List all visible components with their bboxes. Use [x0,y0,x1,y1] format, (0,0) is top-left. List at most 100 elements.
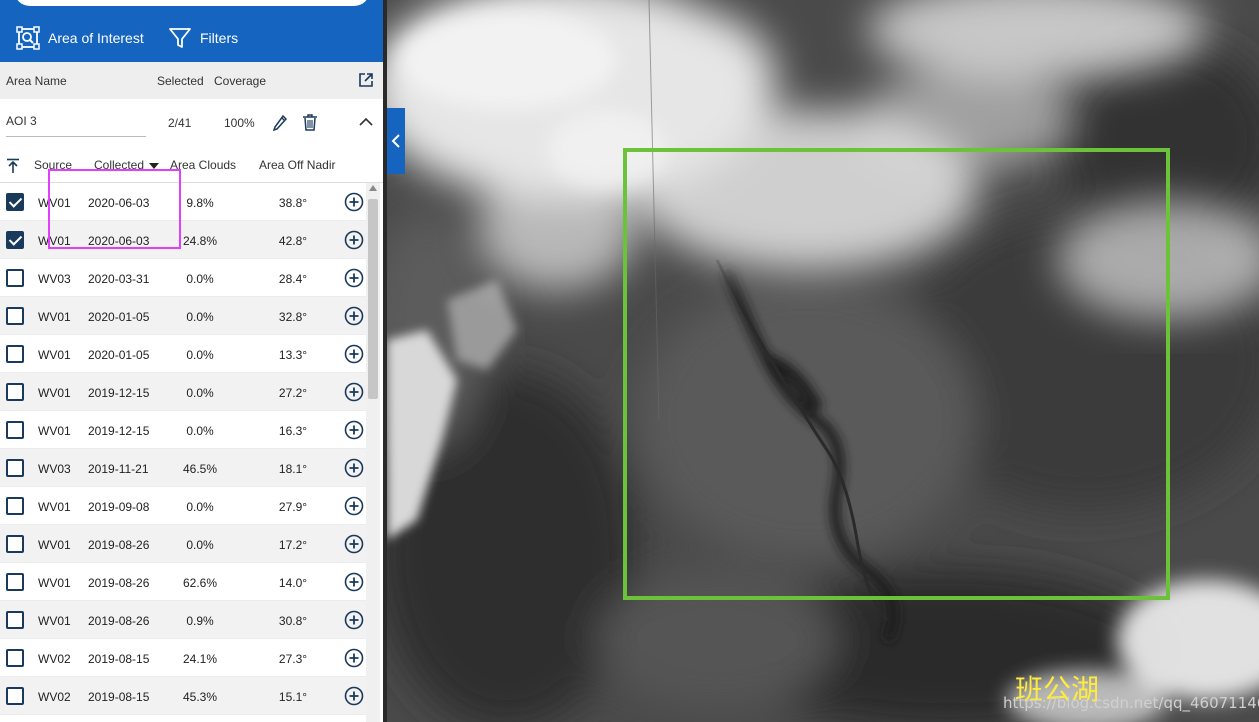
area-select-icon [16,26,40,50]
trash-icon[interactable] [302,113,318,132]
row-source: WV01 [38,500,71,514]
result-row[interactable]: WV03 2020-03-31 0.0% 28.4° [0,259,366,297]
result-row[interactable]: WV01 2019-09-08 0.0% 27.9° [0,487,366,525]
row-checkbox[interactable] [6,459,24,477]
scroll-up-arrow[interactable] [369,185,377,191]
add-circle-icon[interactable] [344,686,364,706]
filters-label: Filters [200,30,239,46]
add-circle-icon[interactable] [344,610,364,630]
row-area-off-nadir: 13.3° [278,348,308,362]
coverage-heading: Coverage [214,74,267,88]
chevron-up-icon[interactable] [359,117,373,127]
row-collected-date: 2019-09-08 [88,500,150,514]
row-source: WV01 [38,538,71,552]
row-area-clouds: 46.5% [182,462,218,476]
row-area-clouds: 0.0% [186,424,214,438]
row-checkbox[interactable] [6,231,24,249]
pencil-icon[interactable] [272,114,288,132]
row-checkbox[interactable] [6,573,24,591]
row-collected-date: 2019-08-15 [88,652,150,666]
aoi-name-underline [6,136,146,137]
satellite-map[interactable]: 班公湖 https://blog.csdn.net/qq_46071146 [387,0,1259,722]
row-area-clouds: 0.0% [186,538,214,552]
row-checkbox[interactable] [6,535,24,553]
row-collected-date: 2019-12-15 [88,424,150,438]
area-off-nadir-column-header[interactable]: Area Off Nadir [259,158,335,172]
row-source: WV01 [38,386,71,400]
result-row[interactable]: WV01 2020-01-05 0.0% 32.8° [0,297,366,335]
aoi-row[interactable]: AOI 3 2/41 100% [0,99,386,149]
row-collected-date: 2019-08-26 [88,576,150,590]
add-circle-icon[interactable] [344,192,364,212]
results-scrollbar[interactable] [366,183,380,722]
row-collected-date: 2019-12-15 [88,386,150,400]
result-row[interactable]: WV02 2019-08-15 45.3% 15.1° [0,677,366,715]
row-checkbox[interactable] [6,269,24,287]
scrollbar-thumb[interactable] [368,199,378,399]
search-input[interactable] [14,0,370,6]
row-collected-date: 2019-11-21 [88,462,149,476]
add-circle-icon[interactable] [344,572,364,592]
row-checkbox[interactable] [6,611,24,629]
row-area-clouds: 0.0% [186,272,214,286]
add-circle-icon[interactable] [344,382,364,402]
results-list: WV01 2020-06-03 9.8% 38.8° WV01 2020-06-03 24.… [0,183,366,715]
result-row[interactable]: WV01 2019-08-26 62.6% 14.0° [0,563,366,601]
result-row[interactable]: WV02 2019-08-15 24.1% 27.3° [0,639,366,677]
add-circle-icon[interactable] [344,496,364,516]
area-of-interest-button[interactable]: Area of Interest [16,24,144,52]
row-area-off-nadir: 15.1° [278,690,308,704]
row-area-off-nadir: 38.8° [278,196,308,210]
result-row[interactable]: WV01 2020-01-05 0.0% 13.3° [0,335,366,373]
add-circle-icon[interactable] [344,306,364,326]
aoi-outline [623,148,1170,600]
result-row[interactable]: WV01 2019-08-26 0.9% 30.8° [0,601,366,639]
row-checkbox[interactable] [6,345,24,363]
row-source: WV01 [38,310,71,324]
selected-heading: Selected [157,74,204,88]
panel-toolbar: Area of Interest Filters [0,0,386,62]
area-of-interest-label: Area of Interest [48,30,144,46]
result-row[interactable]: WV03 2019-11-21 46.5% 18.1° [0,449,366,487]
collapse-panel-button[interactable] [387,108,405,174]
results-panel: Area of Interest Filters Area Name Selec… [0,0,386,722]
aoi-selected-count: 2/41 [168,116,192,130]
add-circle-icon[interactable] [344,230,364,250]
filters-button[interactable]: Filters [168,24,238,52]
add-circle-icon[interactable] [344,648,364,668]
row-source: WV02 [38,652,71,666]
row-checkbox[interactable] [6,383,24,401]
result-row[interactable]: WV01 2019-08-26 0.0% 17.2° [0,525,366,563]
result-row[interactable]: WV01 2019-12-15 0.0% 16.3° [0,411,366,449]
result-row[interactable]: WV01 2019-12-15 0.0% 27.2° [0,373,366,411]
row-checkbox[interactable] [6,421,24,439]
row-area-clouds: 0.0% [186,386,214,400]
row-collected-date: 2020-01-05 [88,310,150,324]
row-checkbox[interactable] [6,649,24,667]
row-checkbox[interactable] [6,307,24,325]
row-source: WV01 [38,348,71,362]
row-checkbox[interactable] [6,687,24,705]
row-area-clouds: 0.9% [186,614,214,628]
row-checkbox[interactable] [6,497,24,515]
open-external-icon[interactable] [358,72,374,88]
row-source: WV03 [38,272,71,286]
row-area-off-nadir: 16.3° [278,424,308,438]
add-circle-icon[interactable] [344,534,364,554]
add-circle-icon[interactable] [344,344,364,364]
aoi-name[interactable]: AOI 3 [6,114,37,128]
row-collected-date: 2019-08-26 [88,614,150,628]
row-area-off-nadir: 32.8° [278,310,308,324]
add-circle-icon[interactable] [344,458,364,478]
row-collected-date: 2020-01-05 [88,348,150,362]
row-checkbox[interactable] [6,193,24,211]
row-collected-date: 2019-08-15 [88,690,150,704]
scroll-to-top-icon[interactable] [6,158,20,174]
row-source: WV01 [38,424,71,438]
row-area-clouds: 0.0% [186,310,214,324]
add-circle-icon[interactable] [344,268,364,288]
watermark: https://blog.csdn.net/qq_46071146 [1003,694,1259,712]
row-source: WV01 [38,614,71,628]
add-circle-icon[interactable] [344,420,364,440]
row-area-off-nadir: 28.4° [278,272,308,286]
